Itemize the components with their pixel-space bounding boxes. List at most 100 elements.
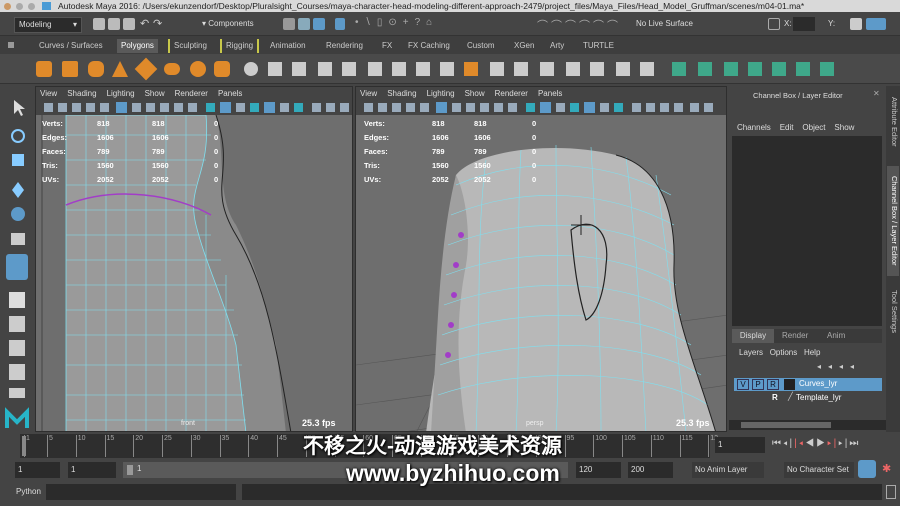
shelf-menu-icon[interactable] — [8, 42, 14, 48]
tab-attribute-editor[interactable]: Attribute Editor — [887, 92, 899, 152]
menu-show[interactable]: Show — [465, 89, 485, 98]
menu-shading[interactable]: Shading — [387, 89, 416, 98]
panel-toolbar[interactable] — [36, 100, 352, 115]
start-time-field[interactable]: 1 — [15, 462, 60, 478]
character-set-dropdown[interactable]: No Character Set — [784, 462, 854, 478]
live-surface-label[interactable]: No Live Surface — [636, 19, 693, 28]
layer-name[interactable]: Curves_lyr — [799, 379, 837, 388]
layer-color-swatch[interactable] — [784, 379, 795, 390]
tab-tool-settings[interactable]: Tool Settings — [887, 286, 899, 336]
range-handle[interactable] — [127, 465, 133, 475]
persp-view-canvas[interactable]: Verts: 818 818 0 Edges: 1606 1606 0 Faces: 789 7… — [356, 115, 726, 431]
menu-panels[interactable]: Panels — [218, 89, 242, 98]
script-language-toggle[interactable]: Python — [16, 487, 41, 496]
menu-shading[interactable]: Shading — [67, 89, 96, 98]
menu-help[interactable]: Help — [804, 348, 820, 357]
menu-channels[interactable]: Channels — [737, 123, 771, 132]
end-time-field[interactable]: 200 — [628, 462, 673, 478]
current-frame-field[interactable]: 1 — [715, 437, 765, 453]
panel-toolbar[interactable] — [356, 100, 726, 115]
select-component-icon[interactable] — [313, 18, 325, 30]
menu-renderer[interactable]: Renderer — [175, 89, 208, 98]
menu-object[interactable]: Object — [802, 123, 825, 132]
animation-preferences-icon[interactable]: ✱ — [882, 462, 891, 475]
layer-name[interactable]: Template_lyr — [796, 393, 841, 402]
show-hide-panels-icon[interactable] — [866, 18, 886, 30]
menu-view[interactable]: View — [40, 89, 57, 98]
command-input[interactable] — [46, 484, 236, 500]
playback-toggle[interactable]: P — [752, 379, 764, 390]
shelf-tab-fx-caching[interactable]: FX Caching — [404, 39, 454, 53]
horizontal-scrollbar[interactable] — [729, 420, 886, 430]
save-scene-icon[interactable] — [123, 18, 135, 30]
shelf-tab-arty[interactable]: Arty — [546, 39, 568, 53]
shelf-tab-custom[interactable]: Custom — [463, 39, 499, 53]
menu-lighting[interactable]: Lighting — [107, 89, 135, 98]
hud-row: Edges: 1606 1606 0 — [364, 133, 537, 142]
undo-icon[interactable]: ↶ — [140, 17, 149, 30]
visibility-toggle[interactable]: V — [737, 379, 749, 390]
hud-row: Tris: 1560 1560 0 — [42, 161, 219, 170]
close-button[interactable] — [4, 3, 11, 10]
selection-mode-dropdown[interactable]: ▾ Components — [198, 17, 266, 31]
script-editor-icon[interactable] — [886, 485, 896, 499]
tool-icons[interactable] — [0, 86, 33, 432]
select-hierarchy-icon[interactable] — [283, 18, 295, 30]
new-scene-icon[interactable] — [93, 18, 105, 30]
playback-controls[interactable]: ⏮◂||◂◀▶▸|▸|⏭ — [772, 438, 860, 449]
layer-row-curves[interactable]: V P R Curves_lyr — [734, 378, 882, 391]
vertex-mask-icon[interactable] — [335, 18, 345, 30]
shelf-tab-rendering[interactable]: Rendering — [322, 39, 367, 53]
tab-render[interactable]: Render — [782, 329, 808, 343]
open-scene-icon[interactable] — [108, 18, 120, 30]
shelf-tab-turtle[interactable]: TURTLE — [579, 39, 618, 53]
shelf-tab-curves[interactable]: Curves / Surfaces — [35, 39, 107, 53]
persp-viewport[interactable]: View Shading Lighting Show Renderer Panels Ve… — [355, 86, 727, 432]
selection-mask-icons[interactable]: •∖▯⊙+?⌂ — [355, 17, 438, 28]
time-tick-label: 35 — [219, 435, 229, 457]
zoom-button[interactable] — [28, 3, 35, 10]
redo-icon[interactable]: ↷ — [153, 17, 162, 30]
display-type-toggle[interactable]: R — [772, 393, 778, 402]
layer-color-swatch[interactable]: ╱ — [788, 392, 793, 401]
channel-box-panel: Channel Box / Layer Editor ✕ Channels Ed… — [729, 86, 886, 432]
menu-set-dropdown[interactable]: Modeling ▾ — [14, 17, 82, 33]
layer-row-template[interactable]: R ╱ Template_lyr — [734, 392, 882, 405]
render-icon[interactable] — [850, 18, 862, 30]
playback-start-field[interactable]: 1 — [68, 462, 116, 478]
front-viewport[interactable]: View Shading Lighting Show Renderer Panels Ve… — [35, 86, 353, 432]
minimize-button[interactable] — [16, 3, 23, 10]
select-object-icon[interactable] — [298, 18, 310, 30]
shelf-tab-polygons[interactable]: Polygons — [117, 39, 158, 53]
menu-show[interactable]: Show — [834, 123, 854, 132]
layer-create-icons[interactable]: ◂◂◂◂ — [817, 362, 861, 371]
playback-end-field[interactable]: 120 — [576, 462, 621, 478]
tab-display[interactable]: Display — [732, 329, 774, 343]
menu-layers[interactable]: Layers — [739, 348, 763, 357]
current-time-marker[interactable] — [22, 436, 26, 456]
menu-show[interactable]: Show — [145, 89, 165, 98]
shelf-tab-fx[interactable]: FX — [378, 39, 396, 53]
display-type-toggle[interactable]: R — [767, 379, 779, 390]
auto-key-icon[interactable] — [858, 460, 876, 478]
channel-list[interactable] — [732, 136, 882, 326]
menu-options[interactable]: Options — [770, 348, 798, 357]
shelf-icons[interactable] — [0, 54, 900, 84]
input-line-icon[interactable] — [768, 18, 780, 30]
snap-icons[interactable]: ⌒⌒⌒⌒⌒⌒ — [537, 17, 621, 33]
shelf-tab-rigging[interactable]: Rigging — [220, 39, 260, 53]
menu-lighting[interactable]: Lighting — [427, 89, 455, 98]
shelf-tab-xgen[interactable]: XGen — [510, 39, 538, 53]
close-icon[interactable]: ✕ — [873, 89, 880, 98]
menu-panels[interactable]: Panels — [538, 89, 562, 98]
shelf-tab-animation[interactable]: Animation — [266, 39, 310, 53]
menu-renderer[interactable]: Renderer — [495, 89, 528, 98]
anim-layer-dropdown[interactable]: No Anim Layer — [692, 462, 764, 478]
shelf-tab-sculpting[interactable]: Sculpting — [168, 39, 211, 53]
menu-edit[interactable]: Edit — [780, 123, 794, 132]
menu-view[interactable]: View — [360, 89, 377, 98]
tab-anim[interactable]: Anim — [827, 329, 845, 343]
x-field[interactable] — [793, 17, 815, 31]
front-view-canvas[interactable]: Verts: 818 818 0 Edges: 1606 1606 0 Faces: 789 7… — [36, 115, 352, 431]
tab-channel-box[interactable]: Channel Box / Layer Editor — [887, 166, 899, 276]
